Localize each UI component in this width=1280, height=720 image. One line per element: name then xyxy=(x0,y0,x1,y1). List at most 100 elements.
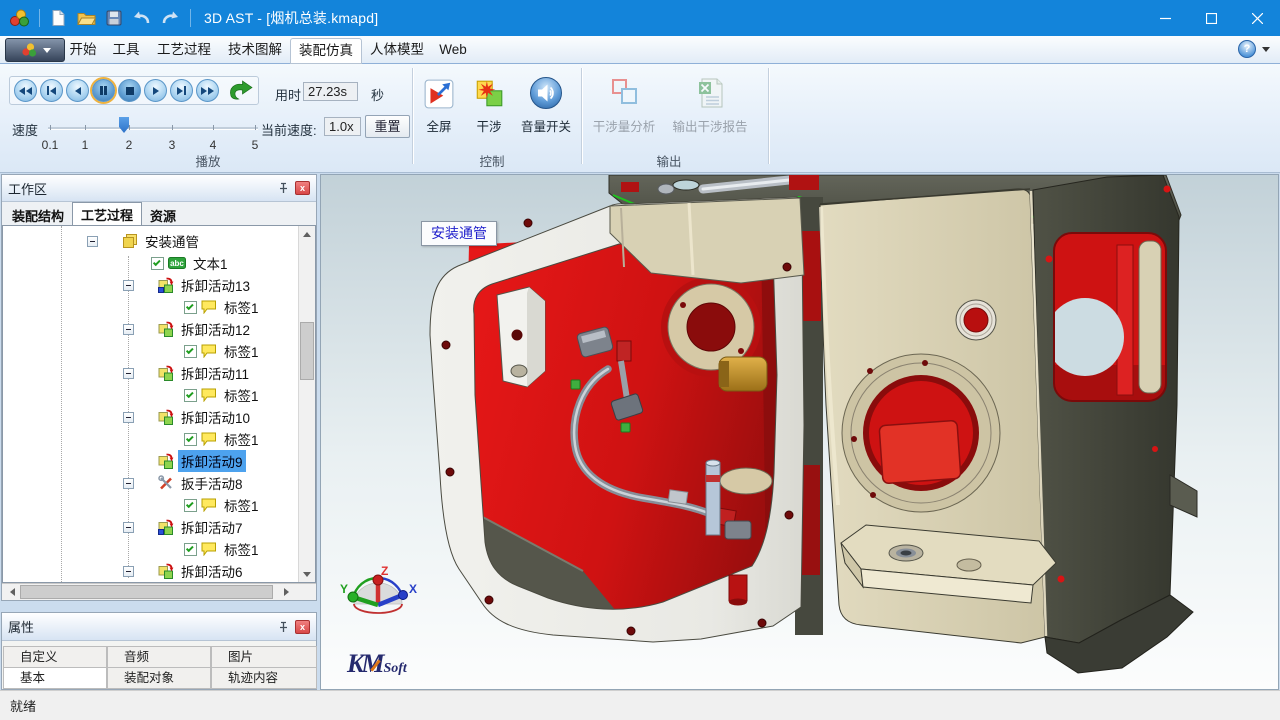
prop-tab-audio[interactable]: 音频 xyxy=(107,646,211,668)
tree-item[interactable]: 文本1 xyxy=(3,252,315,274)
tab-tools[interactable]: 工具 xyxy=(105,36,147,64)
tree-item[interactable]: 拆卸活动7 xyxy=(3,516,315,538)
fast-forward-button[interactable] xyxy=(196,79,219,102)
pause-button[interactable] xyxy=(92,79,115,102)
tab-human-model[interactable]: 人体模型 xyxy=(366,36,428,64)
x-axis-label: X xyxy=(409,582,417,596)
tab-process[interactable]: 工艺过程 xyxy=(149,36,219,64)
properties-panel-header: 属性 x xyxy=(2,613,316,641)
reset-button[interactable]: 重置 xyxy=(365,115,410,138)
prop-tab-trajectory[interactable]: 轨迹内容 xyxy=(211,667,317,689)
collapse-icon[interactable] xyxy=(123,324,134,335)
blue-cylinder xyxy=(706,463,720,535)
tube-connector xyxy=(668,490,687,504)
collapse-icon[interactable] xyxy=(123,478,134,489)
checkbox-checked[interactable] xyxy=(151,257,164,270)
chevron-down-icon[interactable] xyxy=(1262,47,1270,52)
tab-web[interactable]: Web xyxy=(432,36,474,64)
vertical-scroll-thumb[interactable] xyxy=(300,322,314,380)
tree-item[interactable]: 标签1 xyxy=(3,384,315,406)
new-file-icon[interactable] xyxy=(45,6,71,30)
replay-button[interactable] xyxy=(227,80,254,102)
tree-item[interactable]: 扳手活动8 xyxy=(3,472,315,494)
close-button[interactable] xyxy=(1234,0,1280,36)
pin-icon[interactable] xyxy=(278,182,289,194)
maximize-button[interactable] xyxy=(1188,0,1234,36)
tab-start[interactable]: 开始 xyxy=(62,36,104,64)
interference-button[interactable]: 干涉 xyxy=(464,70,514,135)
tab-process-tree[interactable]: 工艺过程 xyxy=(72,202,142,225)
skip-to-end-button[interactable] xyxy=(170,79,193,102)
tab-assembly-simulation[interactable]: 装配仿真 xyxy=(290,38,362,64)
stop-button[interactable] xyxy=(118,79,141,102)
tree-item[interactable]: 标签1 xyxy=(3,494,315,516)
tree-item[interactable]: 拆卸活动11 xyxy=(3,362,315,384)
play-backward-button[interactable] xyxy=(66,79,89,102)
group-label-control: 控制 xyxy=(434,151,550,170)
help-icon[interactable]: ? xyxy=(1238,40,1256,58)
tab-technical-illustration[interactable]: 技术图解 xyxy=(220,36,290,64)
open-folder-icon[interactable] xyxy=(73,6,99,30)
3d-viewport[interactable]: Z X Y 安装通管 KMSoft xyxy=(320,174,1279,690)
tree-item[interactable]: 标签1 xyxy=(3,296,315,318)
titlebar-separator xyxy=(190,9,191,27)
skip-to-start-button[interactable] xyxy=(40,79,63,102)
tree-item[interactable]: 拆卸活动12 xyxy=(3,318,315,340)
minimize-button[interactable] xyxy=(1142,0,1188,36)
tree-item[interactable]: 安装通管 xyxy=(3,230,315,252)
pin-icon[interactable] xyxy=(278,621,289,633)
tree-item[interactable]: 拆卸活动10 xyxy=(3,406,315,428)
tab-resources[interactable]: 资源 xyxy=(142,204,184,225)
tab-assembly-structure[interactable]: 装配结构 xyxy=(4,204,72,225)
checkbox-checked[interactable] xyxy=(184,499,197,512)
scroll-right-arrow[interactable] xyxy=(278,584,294,600)
tag-bubble-icon xyxy=(201,498,217,512)
tree-item[interactable]: 拆卸活动13 xyxy=(3,274,315,296)
elapsed-value-field[interactable]: 27.23s xyxy=(303,82,358,101)
tree-item[interactable]: 拆卸活动6 xyxy=(3,560,315,582)
current-speed-field[interactable]: 1.0x xyxy=(324,117,361,136)
close-icon[interactable]: x xyxy=(295,620,310,634)
prop-tab-assembly-object[interactable]: 装配对象 xyxy=(107,667,211,689)
prop-tab-basic[interactable]: 基本 xyxy=(3,667,107,689)
volume-toggle-button[interactable]: 音量开关 xyxy=(514,70,578,135)
speed-slider-thumb[interactable] xyxy=(119,117,129,133)
checkbox-checked[interactable] xyxy=(184,301,197,314)
tree-item[interactable]: 标签1 xyxy=(3,340,315,362)
speed-slider-track[interactable] xyxy=(48,127,258,130)
interference-analysis-button[interactable]: 干涉量分析 xyxy=(584,70,664,135)
scroll-left-arrow[interactable] xyxy=(4,584,20,600)
fast-backward-button[interactable] xyxy=(14,79,37,102)
prop-tab-custom[interactable]: 自定义 xyxy=(3,646,107,668)
tree-item[interactable]: 标签1 xyxy=(3,428,315,450)
close-icon[interactable]: x xyxy=(295,181,310,195)
collapse-icon[interactable] xyxy=(123,566,134,577)
checkbox-checked[interactable] xyxy=(184,543,197,556)
redo-icon[interactable] xyxy=(157,6,183,30)
scroll-down-arrow[interactable] xyxy=(299,566,315,582)
collapse-icon[interactable] xyxy=(123,522,134,533)
checkbox-checked[interactable] xyxy=(184,345,197,358)
save-icon[interactable] xyxy=(101,6,127,30)
tree-item-selected[interactable]: 拆卸活动9 xyxy=(3,450,315,472)
annotation-label[interactable]: 安装通管 xyxy=(421,221,497,246)
horizontal-scroll-thumb[interactable] xyxy=(20,585,273,599)
foot-hole xyxy=(957,559,981,571)
play-button[interactable] xyxy=(144,79,167,102)
export-interference-report-button[interactable]: 输出干涉报告 xyxy=(664,70,756,135)
scroll-up-arrow[interactable] xyxy=(299,226,315,242)
checkbox-checked[interactable] xyxy=(184,433,197,446)
valve-fitting xyxy=(617,341,631,361)
checkbox-checked[interactable] xyxy=(184,389,197,402)
app-menu-button[interactable] xyxy=(5,38,65,62)
prop-tab-image[interactable]: 图片 xyxy=(211,646,317,668)
collapse-icon[interactable] xyxy=(123,280,134,291)
horizontal-scrollbar[interactable] xyxy=(2,583,316,600)
collapse-icon[interactable] xyxy=(87,236,98,247)
collapse-icon[interactable] xyxy=(123,368,134,379)
vertical-scrollbar[interactable] xyxy=(298,226,315,582)
undo-icon[interactable] xyxy=(129,6,155,30)
fullscreen-button[interactable]: 全屏 xyxy=(414,70,464,135)
collapse-icon[interactable] xyxy=(123,412,134,423)
tree-item[interactable]: 标签1 xyxy=(3,538,315,560)
